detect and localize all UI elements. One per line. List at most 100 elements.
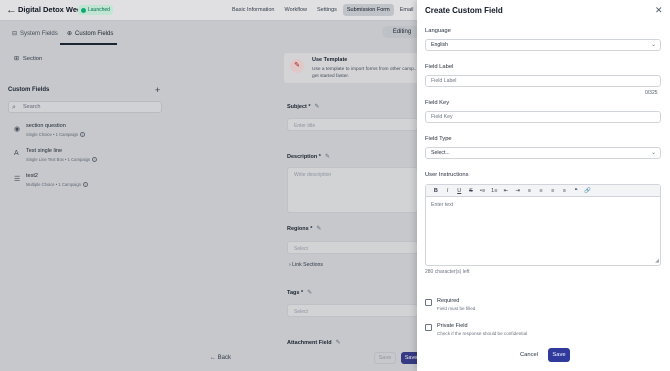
regions-label: Regions * ✎ [287, 225, 321, 233]
drag-grid-icon: ⊞ [14, 56, 19, 62]
edit-icon[interactable]: ✎ [307, 289, 312, 296]
add-custom-field-icon[interactable]: + [155, 85, 160, 95]
list-item[interactable]: A Test single line Single Line Text Box … [12, 147, 162, 167]
subject-label-text: Subject * [287, 103, 311, 110]
editing-toggle[interactable]: Editing [382, 26, 422, 38]
custom-fields-icon: ⊕ [67, 31, 73, 37]
save-button-disabled[interactable]: Save [374, 352, 396, 364]
nav-submission-form[interactable]: Submission Form [342, 4, 394, 16]
list-item-name: test2 [26, 173, 38, 179]
list-item-meta: Multiple Choice • 1 Campaign i [26, 182, 88, 187]
indent-icon[interactable]: ⇥ [512, 188, 524, 194]
align-right-icon[interactable]: ≡ [547, 188, 559, 194]
list-item[interactable]: ☰ test2 Multiple Choice • 1 Campaign i [12, 172, 162, 192]
bullet-list-icon[interactable]: •≡ [477, 188, 489, 194]
back-button[interactable]: ← Back [210, 355, 231, 361]
search-placeholder: Search [23, 104, 41, 110]
italic-icon[interactable]: I [442, 188, 454, 194]
outdent-icon[interactable]: ⇤ [500, 188, 512, 194]
regions-select[interactable]: Select [287, 241, 418, 254]
save-button[interactable]: Save [548, 348, 570, 362]
description-label-text: Description * [287, 153, 321, 160]
section-label: Section [22, 56, 43, 62]
tab-custom-fields[interactable]: ⊕ Custom Fields [67, 30, 114, 38]
list-item-name: section question [26, 123, 66, 129]
private-field-checkbox[interactable] [425, 324, 432, 331]
template-description: Use a template to import forms from othe… [312, 67, 418, 79]
drawer-title: Create Custom Field [425, 6, 503, 15]
nav-email[interactable]: Email [396, 4, 418, 16]
tab-system-fields[interactable]: ⊟ System Fields [12, 30, 58, 38]
tags-select[interactable]: Select [287, 304, 418, 317]
link-sections[interactable]: › Link Sections [289, 262, 323, 268]
list-item-meta: Single Choice • 1 Campaign i [26, 132, 86, 137]
cancel-button[interactable]: Cancel [517, 349, 541, 361]
align-justify-icon[interactable]: ≡ [559, 188, 571, 194]
edit-icon[interactable]: ✎ [325, 153, 330, 160]
align-center-icon[interactable]: ≡ [535, 188, 547, 194]
list-item-meta-text: Multiple Choice • 1 Campaign [26, 182, 81, 187]
regions-label-text: Regions * [287, 225, 313, 232]
field-key-label: Field Key [425, 100, 450, 106]
text-box-icon: A [14, 150, 19, 157]
tab-custom-fields-label: Custom Fields [75, 30, 114, 37]
subject-input[interactable]: Enter title [287, 118, 418, 131]
edit-icon[interactable]: ✎ [315, 103, 320, 110]
nav-settings[interactable]: Settings [313, 4, 341, 16]
search-input[interactable]: ⌕ Search [8, 101, 162, 113]
required-description: Field must be filled [437, 306, 476, 311]
user-instructions-label: User Instructions [425, 172, 469, 178]
field-type-select[interactable]: Select... ⌄ [425, 147, 661, 159]
bold-icon[interactable]: B [430, 188, 442, 194]
editor-body[interactable]: Enter text [426, 197, 660, 213]
characters-left: 280 character(s) left [425, 269, 470, 275]
tab-system-fields-label: System Fields [20, 30, 58, 37]
required-checkbox[interactable] [425, 299, 432, 306]
list-item-meta-text: Single Line Text Box • 1 Campaign [26, 157, 91, 162]
strikethrough-icon[interactable]: S [465, 188, 477, 194]
bottom-bar: ← Back Save Save [0, 349, 421, 371]
use-template-card[interactable]: ✎ Use Template Use a template to import … [284, 53, 424, 83]
close-icon[interactable]: ✕ [655, 5, 663, 16]
list-item-meta: Single Line Text Box • 1 Campaign i [26, 157, 98, 162]
list-item-name: Test single line [26, 148, 63, 154]
attachment-label-text: Attachment Field [287, 339, 332, 346]
language-select[interactable]: English ⌄ [425, 39, 661, 51]
nav-basic-information[interactable]: Basic Information [228, 4, 279, 16]
tags-label: Tags * ✎ [287, 289, 312, 297]
private-field-description: Check if the response should be confiden… [437, 331, 528, 336]
page-title: Digital Detox Week [18, 5, 86, 14]
required-option: Required Field must be filled [425, 298, 661, 318]
left-panel: ⊞ Section Custom Fields + ⌕ Search ◉ sec… [0, 45, 170, 371]
field-key-input[interactable]: Field Key [425, 111, 661, 123]
description-textarea[interactable]: Write description [287, 167, 418, 213]
form-preview: ✎ Use Template Use a template to import … [278, 45, 424, 371]
nav-workflow[interactable]: Workflow [281, 4, 312, 16]
field-label-input[interactable]: Field Label [425, 75, 661, 87]
underline-icon[interactable]: U [453, 188, 465, 194]
rich-text-editor[interactable]: B I U S •≡ 1≡ ⇤ ⇥ ≡ ≡ ≡ ≡ ❝ 🔗 Enter text… [425, 184, 661, 266]
numbered-list-icon[interactable]: 1≡ [488, 188, 500, 194]
list-item-meta-text: Single Choice • 1 Campaign [26, 132, 79, 137]
attachment-label: Attachment Field ✎ [287, 339, 341, 347]
chevron-down-icon: ⌄ [650, 42, 656, 48]
required-label: Required [437, 298, 460, 304]
align-left-icon[interactable]: ≡ [524, 188, 536, 194]
list-item[interactable]: ◉ section question Single Choice • 1 Cam… [12, 122, 162, 142]
edit-icon[interactable]: ✎ [316, 225, 321, 232]
private-field-label: Private Field [437, 323, 468, 329]
search-icon: ⌕ [12, 104, 16, 111]
link-icon[interactable]: 🔗 [582, 188, 594, 194]
language-value: English [431, 42, 449, 48]
back-arrow-icon[interactable]: ← [6, 4, 17, 16]
private-field-option: Private Field Check if the response shou… [425, 323, 661, 343]
section-item[interactable]: ⊞ Section [14, 56, 42, 62]
status-badge: Launched [78, 5, 113, 15]
edit-icon[interactable]: ✎ [336, 339, 341, 346]
status-badge-label: Launched [88, 7, 110, 13]
resize-handle-icon[interactable]: ◢ [655, 258, 659, 264]
check-icon [81, 7, 86, 13]
field-label-label: Field Label [425, 64, 454, 70]
link-sections-label: Link Sections [292, 262, 324, 268]
quote-icon[interactable]: ❝ [570, 188, 582, 194]
